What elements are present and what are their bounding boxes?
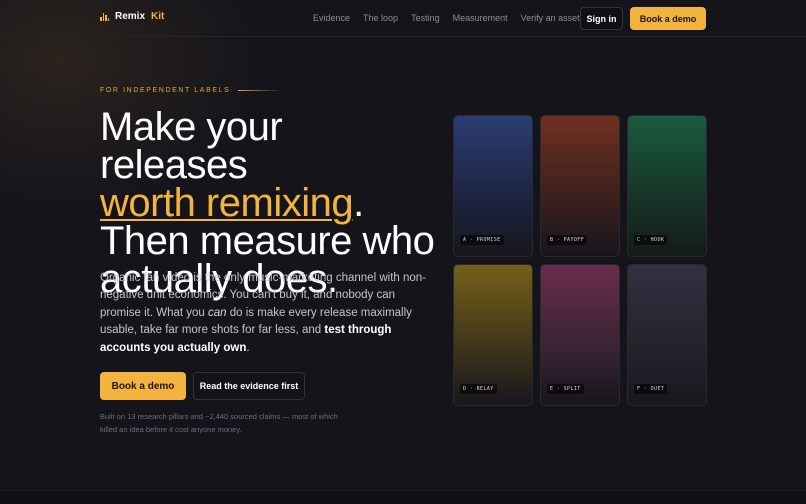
card-tag: A · PROMISE [460,235,504,245]
read-evidence-button[interactable]: Read the evidence first [193,372,305,400]
variant-card-grid: A · PROMISE B · PAYOFF C · HOOK D · RELA… [453,115,707,407]
book-demo-button[interactable]: Book a demo [100,372,186,400]
landing-page: Remix Kit Evidence The loop Testing Meas… [0,0,806,504]
nav-link-the-loop[interactable]: The loop [363,13,398,23]
nav-links: Evidence The loop Testing Measurement Ve… [313,13,580,23]
card-tag: B · PAYOFF [547,235,588,245]
sign-in-button[interactable]: Sign in [580,7,623,30]
variant-card-relay[interactable]: D · RELAY [453,264,533,406]
eyebrow-rule [238,90,283,91]
nav-link-verify-asset[interactable]: Verify an asset [521,13,580,23]
logo[interactable]: Remix Kit [100,11,164,22]
card-tag: F · DUET [634,384,668,394]
waveform-icon [100,12,109,21]
variant-card-payoff[interactable]: B · PAYOFF [540,115,620,257]
brand-name-accent: Kit [151,11,165,22]
hero-body: Organic fan video is the only music-mark… [100,270,430,357]
body-text-3: . [246,341,250,354]
nav-link-measurement[interactable]: Measurement [453,13,508,23]
book-demo-nav-button[interactable]: Book a demo [630,7,706,30]
next-section-edge [0,490,806,504]
eyebrow-text: FOR INDEPENDENT LABELS [100,87,231,94]
nav-link-evidence[interactable]: Evidence [313,13,350,23]
card-tag: C · HOOK [634,235,668,245]
variant-card-split[interactable]: E · SPLIT [540,264,620,406]
eyebrow: FOR INDEPENDENT LABELS [100,87,283,94]
variant-card-promise[interactable]: A · PROMISE [453,115,533,257]
nav-link-testing[interactable]: Testing [411,13,440,23]
variant-card-duet[interactable]: F · DUET [627,264,707,406]
headline-line-1: Make your releases [100,105,283,187]
brand-name: Remix [115,11,146,22]
hero-footnote: Built on 13 research pillars and ~2,440 … [100,412,338,434]
body-emphasis: can [208,306,227,319]
variant-card-hook[interactable]: C · HOOK [627,115,707,257]
card-tag: E · SPLIT [547,384,584,394]
top-nav: Remix Kit Evidence The loop Testing Meas… [0,0,806,37]
card-tag: D · RELAY [460,384,497,394]
